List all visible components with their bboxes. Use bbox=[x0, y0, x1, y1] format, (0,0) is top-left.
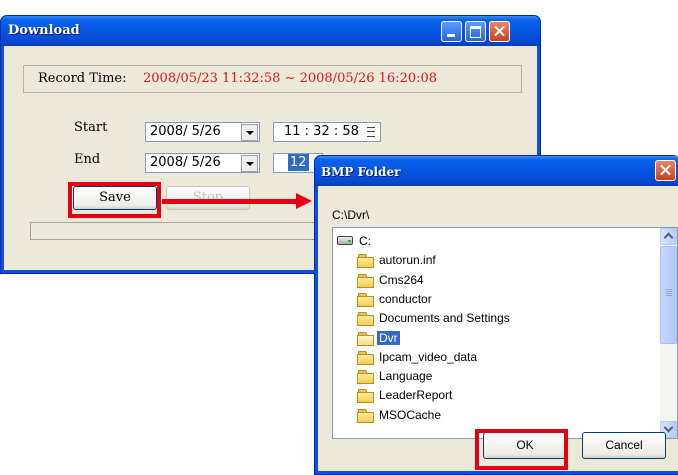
ok-highlight bbox=[475, 429, 568, 470]
bmp-folder-window: BMP Folder C:\Dvr\ C: autorun.inf Cms264 co… bbox=[314, 155, 678, 475]
folder-icon bbox=[357, 408, 374, 423]
tree-item-label: MSOCache bbox=[379, 407, 442, 422]
record-time-label: Record Time: bbox=[38, 71, 127, 86]
tree-item-label: Ipcam_video_data bbox=[379, 349, 478, 364]
scroll-thumb[interactable] bbox=[660, 246, 677, 344]
tree-item-label: C: bbox=[359, 234, 371, 248]
download-title-bar[interactable]: Download bbox=[1, 16, 540, 46]
stop-button[interactable]: Stop bbox=[166, 186, 250, 210]
end-date-value: 2008/ 5/26 bbox=[150, 155, 221, 170]
tree-item-label: Documents and Settings bbox=[379, 311, 510, 326]
bmp-close-button[interactable] bbox=[655, 160, 676, 181]
bmp-folder-title-bar[interactable]: BMP Folder bbox=[315, 156, 678, 186]
close-button[interactable] bbox=[489, 21, 510, 42]
folder-icon bbox=[357, 292, 374, 307]
chevron-down-icon[interactable] bbox=[241, 155, 258, 172]
arrow-right-icon bbox=[296, 193, 312, 209]
save-highlight bbox=[68, 182, 161, 218]
download-title: Download bbox=[8, 23, 80, 38]
start-date-value: 2008/ 5/26 bbox=[150, 124, 221, 139]
tree-item-label: Dvr bbox=[377, 330, 400, 345]
spinner-arrows-icon[interactable] bbox=[363, 124, 379, 141]
tree-item-label: autorun.inf bbox=[379, 253, 436, 268]
tree-item-label: Cms264 bbox=[379, 272, 424, 287]
start-label: Start bbox=[74, 120, 108, 135]
folder-icon bbox=[357, 370, 374, 385]
folder-icon bbox=[357, 254, 374, 269]
drive-icon bbox=[337, 236, 353, 245]
tree-item-label: LeaderReport bbox=[379, 388, 453, 403]
tree-item-label: conductor bbox=[379, 291, 432, 306]
open-folder-icon bbox=[357, 331, 374, 346]
minimize-button[interactable] bbox=[441, 21, 462, 42]
folder-icon bbox=[357, 273, 374, 288]
selected-path: C:\Dvr\ bbox=[332, 208, 370, 222]
record-time-group: Record Time: 2008/05/23 11:32:58 ~ 2008/… bbox=[23, 65, 522, 93]
folder-icon bbox=[357, 312, 374, 327]
end-time-hour: 12 bbox=[288, 154, 309, 171]
maximize-button[interactable] bbox=[465, 21, 486, 42]
start-date-picker[interactable]: 2008/ 5/26 bbox=[145, 122, 260, 142]
end-date-picker[interactable]: 2008/ 5/26 bbox=[145, 153, 260, 173]
download-progress-bar bbox=[30, 222, 330, 240]
arrow-line bbox=[162, 199, 300, 204]
start-time-value: 11 : 32 : 58 bbox=[284, 124, 359, 139]
folder-tree[interactable]: C: autorun.inf Cms264 conductor Documents an… bbox=[332, 227, 678, 439]
start-time-spinner[interactable]: 11 : 32 : 58 bbox=[273, 122, 381, 142]
folder-icon bbox=[357, 350, 374, 365]
record-time-value: 2008/05/23 11:32:58 ~ 2008/05/26 16:20:0… bbox=[143, 71, 438, 86]
end-label: End bbox=[74, 152, 101, 167]
scroll-up-button[interactable] bbox=[660, 228, 677, 245]
bmp-folder-title: BMP Folder bbox=[321, 165, 401, 179]
cancel-button[interactable]: Cancel bbox=[582, 432, 666, 459]
chevron-down-icon[interactable] bbox=[241, 124, 258, 141]
folder-icon bbox=[357, 389, 374, 404]
tree-scrollbar[interactable] bbox=[660, 228, 677, 438]
tree-item-label: Language bbox=[379, 369, 433, 384]
